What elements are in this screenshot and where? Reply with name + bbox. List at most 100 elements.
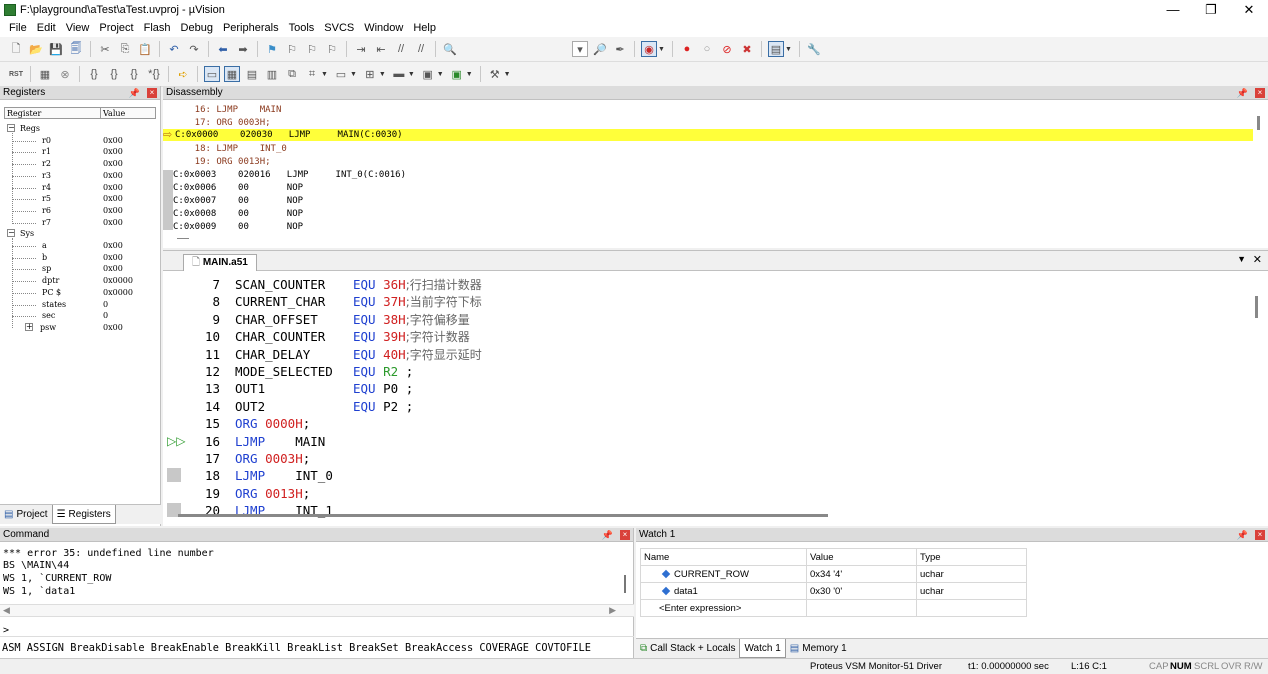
register-row[interactable]: r2 0x00	[0, 158, 160, 169]
cut-icon[interactable]: ✂	[97, 41, 113, 57]
disassembly-line[interactable]: 16: LJMP MAIN	[173, 104, 282, 117]
find-combo-dropdown-icon[interactable]: ▾	[572, 41, 588, 57]
symbols-window-icon[interactable]: ▤	[244, 66, 260, 82]
tab-registers[interactable]: ☰ Registers	[51, 505, 116, 524]
close-window-button[interactable]: ✕	[1230, 0, 1268, 19]
command-vscroll[interactable]	[624, 575, 626, 593]
disassembly-scrollbar[interactable]	[1257, 116, 1260, 130]
debug-session-icon[interactable]: ◉	[641, 41, 657, 57]
register-row[interactable]: sec 0	[0, 310, 160, 321]
step-into-icon[interactable]: {}	[86, 66, 102, 82]
kill-breakpoints-icon[interactable]: ✖	[739, 41, 755, 57]
menu-edit[interactable]: Edit	[32, 22, 61, 34]
code-line[interactable]: 17 ORG 0003H;	[163, 450, 1253, 467]
register-value[interactable]: 0x00	[103, 170, 123, 181]
analysis-window-icon[interactable]: ▬	[391, 66, 407, 82]
undo-icon[interactable]: ↶	[166, 41, 182, 57]
register-row[interactable]: sp 0x00	[0, 263, 160, 274]
tab-call-stack[interactable]: ⧉ Call Stack + Locals	[636, 639, 739, 658]
register-row[interactable]: dptr 0x0000	[0, 275, 160, 286]
window-layout-icon[interactable]: ▤	[767, 41, 784, 57]
incremental-find-icon[interactable]: ✒	[612, 41, 628, 57]
close-icon[interactable]: ×	[1255, 88, 1265, 98]
toolbox-icon[interactable]: ⚒	[487, 66, 503, 82]
collapse-icon[interactable]: −	[7, 124, 15, 132]
expand-icon[interactable]: +	[25, 322, 33, 331]
register-group[interactable]: − Sys	[0, 228, 160, 239]
bookmark-prev-icon[interactable]: ⚐	[284, 41, 300, 57]
close-icon[interactable]: ×	[1255, 530, 1265, 540]
register-group[interactable]: − Regs	[0, 123, 160, 134]
stop-icon[interactable]: ⊗	[57, 66, 73, 82]
disassembly-line[interactable]: C:0x0008 00 NOP	[173, 208, 303, 221]
enable-breakpoint-icon[interactable]: ○	[699, 41, 715, 57]
enter-expression-field[interactable]: <Enter expression>	[640, 599, 807, 617]
bookmark-toggle-icon[interactable]: ⚑	[264, 41, 280, 57]
code-line[interactable]: 16 LJMP MAIN	[163, 433, 1253, 450]
disassembly-line[interactable]: C:0x0000 020030 LJMP MAIN(C:0030)	[175, 129, 403, 142]
register-row[interactable]: r3 0x00	[0, 170, 160, 181]
nav-back-icon[interactable]: ⬅	[215, 41, 231, 57]
new-file-icon[interactable]: 🗋	[8, 41, 24, 57]
configure-icon[interactable]: 🔧	[806, 41, 822, 57]
tab-project[interactable]: ▤ Project	[0, 505, 52, 524]
nav-forward-icon[interactable]: ➡	[235, 41, 251, 57]
show-next-statement-icon[interactable]: ➪	[175, 66, 191, 82]
register-row[interactable]: r1 0x00	[0, 146, 160, 157]
menu-tools[interactable]: Tools	[284, 22, 320, 34]
open-folder-icon[interactable]: 📂	[28, 41, 44, 57]
register-value[interactable]: 0x00	[103, 322, 123, 333]
minimize-button[interactable]: —	[1154, 0, 1192, 19]
register-value[interactable]: 0x00	[103, 146, 123, 157]
collapse-icon[interactable]: −	[7, 229, 15, 238]
register-value[interactable]: 0	[103, 299, 108, 310]
register-row[interactable]: + psw 0x00	[0, 322, 160, 333]
code-line[interactable]: 11 CHAR_DELAY EQU 40H;字符显示延时	[163, 346, 1253, 363]
register-value[interactable]: 0x00	[103, 217, 123, 228]
serial-window-icon[interactable]: ⊞	[362, 66, 378, 82]
tab-main-a51[interactable]: 🗋 MAIN.a51	[183, 254, 257, 271]
register-value[interactable]: 0x00	[103, 193, 123, 204]
code-line[interactable]: 14 OUT2 EQU P2 ;	[163, 398, 1253, 415]
disassembly-window-icon[interactable]: ▦	[224, 66, 240, 82]
call-stack-window-icon[interactable]: ⧉	[284, 66, 300, 82]
code-line[interactable]: 7 SCAN_COUNTER EQU 36H;行扫描计数器	[163, 276, 1253, 293]
code-line[interactable]: 8 CURRENT_CHAR EQU 37H;当前字符下标	[163, 293, 1253, 310]
disassembly-hscroll[interactable]	[177, 238, 189, 239]
menu-window[interactable]: Window	[359, 22, 408, 34]
pin-icon[interactable]: 📌	[129, 86, 140, 100]
register-value[interactable]: 0x00	[103, 135, 123, 146]
register-value[interactable]: 0x00	[103, 252, 123, 263]
register-row[interactable]: b 0x00	[0, 252, 160, 263]
step-out-icon[interactable]: {}	[126, 66, 142, 82]
paste-icon[interactable]: 📋	[137, 41, 153, 57]
register-row[interactable]: r6 0x00	[0, 205, 160, 216]
unindent-icon[interactable]: ⇤	[373, 41, 389, 57]
reset-icon[interactable]: RST	[8, 66, 24, 82]
register-row[interactable]: a 0x00	[0, 240, 160, 251]
register-row[interactable]: r4 0x00	[0, 182, 160, 193]
register-value[interactable]: 0x0000	[103, 287, 133, 298]
editor-vscroll[interactable]	[1255, 296, 1258, 318]
disassembly-line[interactable]: C:0x0003 020016 LJMP INT_0(C:0016)	[173, 169, 406, 182]
menu-flash[interactable]: Flash	[139, 22, 176, 34]
system-viewer-icon[interactable]: ▣	[449, 66, 465, 82]
code-line[interactable]: 19 ORG 0013H;	[163, 485, 1253, 502]
menu-svcs[interactable]: SVCS	[319, 22, 359, 34]
code-line[interactable]: 13 OUT1 EQU P0 ;	[163, 380, 1253, 397]
save-icon[interactable]: 💾	[48, 41, 64, 57]
register-value[interactable]: 0x00	[103, 158, 123, 169]
code-line[interactable]: 10 CHAR_COUNTER EQU 39H;字符计数器	[163, 328, 1253, 345]
watch-value[interactable]: 0x34 '4'	[806, 565, 917, 583]
register-row[interactable]: PC $ 0x0000	[0, 287, 160, 298]
menu-help[interactable]: Help	[408, 22, 441, 34]
redo-icon[interactable]: ↷	[186, 41, 202, 57]
watch-window-icon[interactable]: ⌗	[304, 66, 320, 82]
pin-icon[interactable]: 📌	[1237, 86, 1248, 100]
register-value[interactable]: 0x00	[103, 263, 123, 274]
find-icon[interactable]: 🔎	[592, 41, 608, 57]
code-line[interactable]: 9 CHAR_OFFSET EQU 38H;字符偏移量	[163, 311, 1253, 328]
register-row[interactable]: r7 0x00	[0, 217, 160, 228]
memory-window-icon[interactable]: ▭	[333, 66, 349, 82]
menu-peripherals[interactable]: Peripherals	[218, 22, 284, 34]
